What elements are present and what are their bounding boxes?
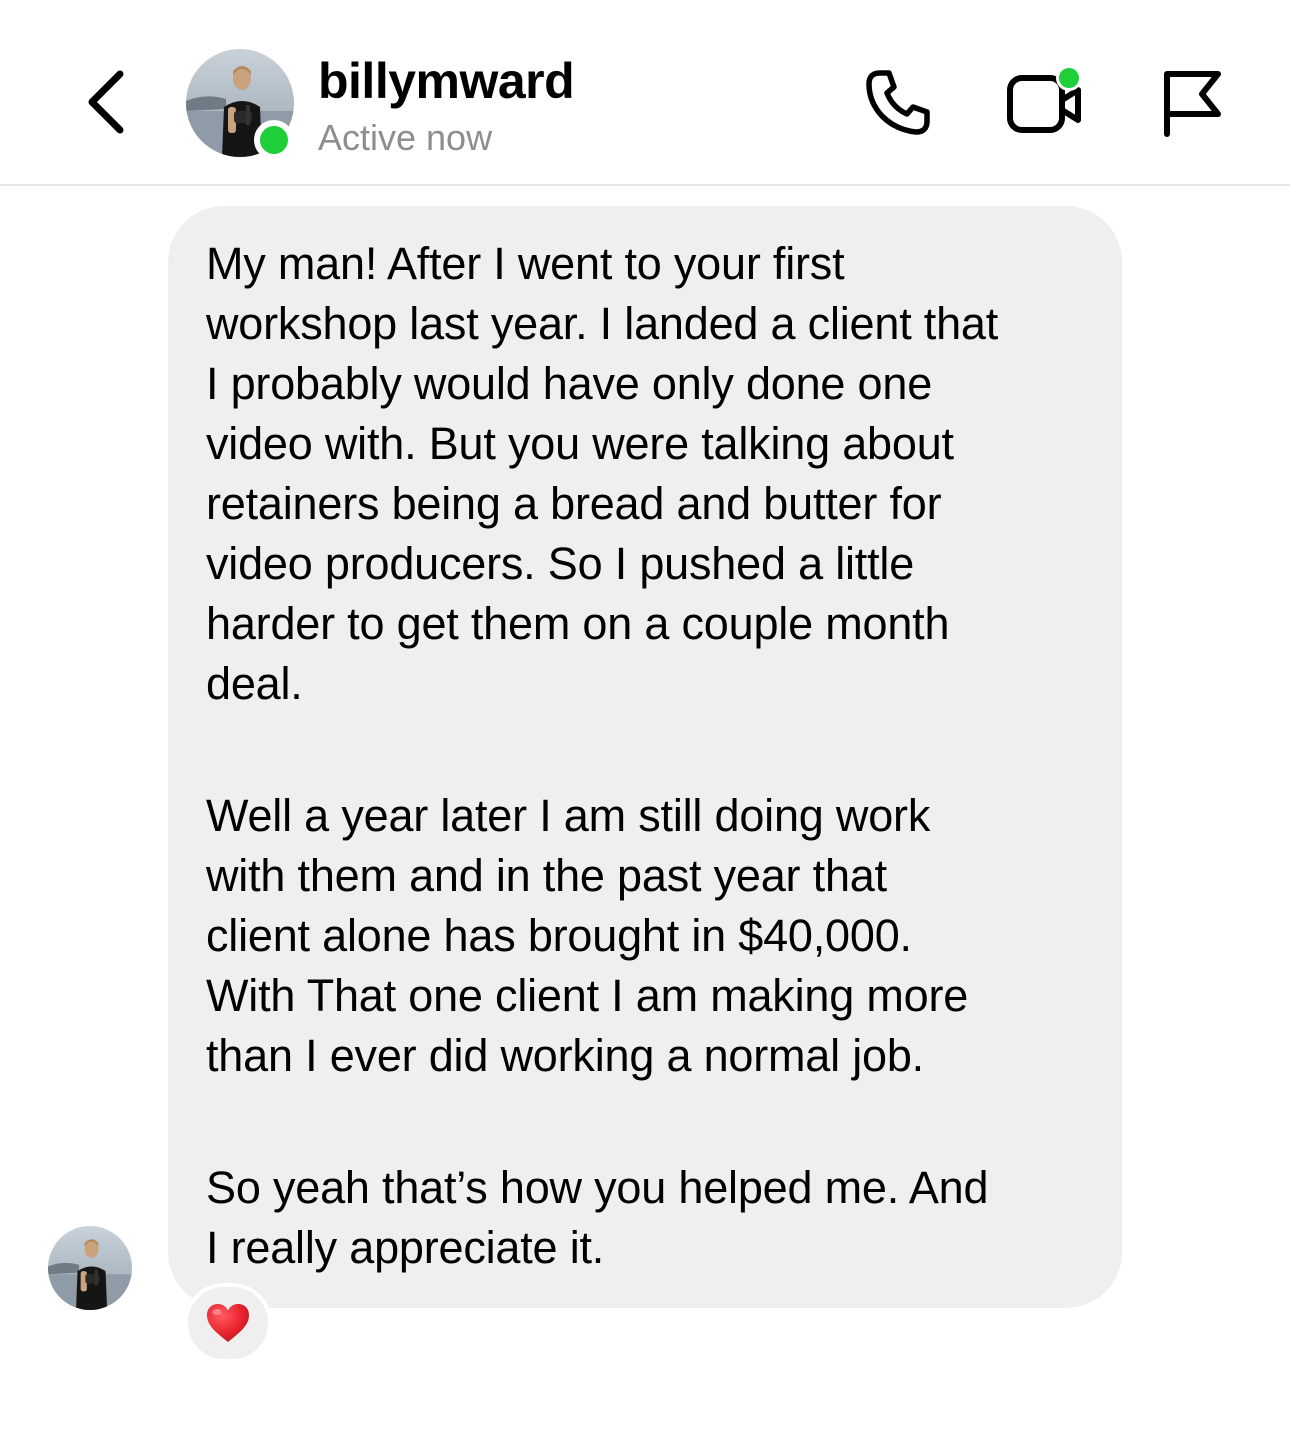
message-paragraph: So yeah that’s how you helped me. And I …: [206, 1162, 989, 1273]
heart-reaction[interactable]: [184, 1283, 272, 1363]
active-status: Active now: [318, 117, 493, 158]
chevron-left-icon[interactable]: [80, 66, 136, 138]
contact-username[interactable]: billymward: [318, 50, 575, 112]
video-camera-icon[interactable]: [1004, 64, 1086, 138]
online-status-dot: [254, 120, 294, 160]
message-paragraph: Well a year later I am still doing work …: [206, 790, 969, 1081]
phone-icon[interactable]: [862, 66, 934, 138]
message-paragraph: My man! After I went to your first works…: [206, 238, 999, 709]
avatar-photo: [48, 1226, 132, 1310]
heart-emoji: [207, 1304, 249, 1342]
message-bubble[interactable]: My man! After I went to your first works…: [168, 206, 1122, 1308]
sender-avatar[interactable]: [48, 1226, 132, 1310]
chat-header: billymward Active now: [0, 0, 1290, 186]
flag-icon[interactable]: [1160, 66, 1224, 138]
